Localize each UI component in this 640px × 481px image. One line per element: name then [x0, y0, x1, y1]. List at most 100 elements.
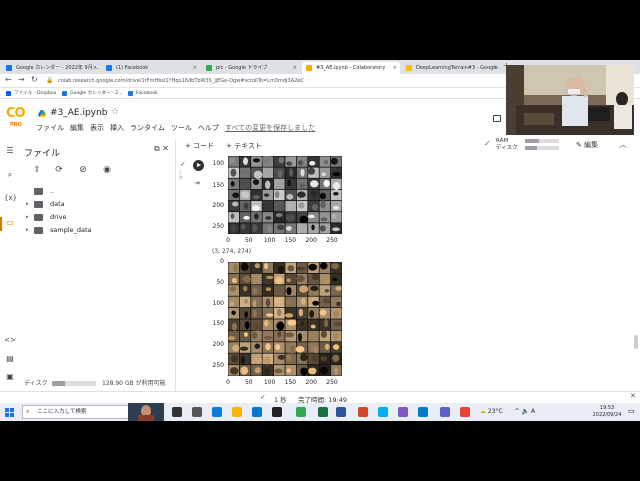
thumbnail-shape: [324, 318, 328, 328]
menu-view[interactable]: 表示: [90, 124, 104, 132]
chevron-up-icon[interactable]: ^: [515, 408, 520, 415]
refresh-folder-icon[interactable]: ⟳: [54, 165, 64, 175]
store-icon[interactable]: [252, 407, 262, 417]
search-icon[interactable]: ⌕: [4, 170, 16, 180]
browser-tab[interactable]: #3_AE.ipynb - Colaboratory ×: [302, 62, 400, 74]
tree-item-label: sample_data: [50, 226, 92, 234]
photos-icon[interactable]: [460, 407, 470, 417]
forward-icon[interactable]: →: [18, 75, 25, 84]
chevron-right-icon[interactable]: ▸: [26, 199, 29, 209]
browser-tab[interactable]: Google カレンダー - 2022年 9月 ... ×: [2, 62, 100, 74]
edge-icon[interactable]: [212, 407, 222, 417]
chevron-right-icon[interactable]: ▸: [26, 212, 29, 222]
thumbnail-shape: [287, 179, 292, 187]
panel-controls: ⧉ ✕: [154, 144, 169, 154]
browser-tab[interactable]: pic - Google ドライブ ×: [202, 62, 300, 74]
browser-tab[interactable]: (1) Facebook ×: [102, 62, 200, 74]
open-in-tab-icon[interactable]: ⧉: [154, 144, 160, 153]
comment-icon[interactable]: [493, 115, 501, 122]
colab-logo-text: CO: [6, 106, 26, 121]
bookmark[interactable]: Google カレンダー - 2...: [62, 89, 123, 98]
close-tab-icon[interactable]: ×: [393, 62, 397, 74]
close-tab-icon[interactable]: ×: [493, 62, 497, 74]
star-icon[interactable]: ☆: [111, 107, 119, 117]
file-explorer-icon[interactable]: [232, 407, 242, 417]
terminal-icon[interactable]: [272, 407, 282, 417]
powerpoint-icon[interactable]: [358, 407, 368, 417]
menu-tools[interactable]: ツール: [171, 124, 192, 132]
thumbnail-tile: [228, 296, 239, 308]
thumbnail-tile: [285, 273, 296, 285]
resource-monitor[interactable]: ✓ RAM ディスク: [484, 138, 518, 152]
chevron-right-icon[interactable]: ▸: [26, 225, 29, 235]
weather-icon[interactable]: ☁: [480, 408, 486, 415]
menu-file[interactable]: ファイル: [36, 124, 64, 132]
thumbnail-shape: [230, 181, 235, 187]
vscode-icon[interactable]: [418, 407, 428, 417]
thumbnail-shape: [335, 286, 342, 291]
browser-tab[interactable]: DeepLearningTerrain#3 - Google ... ×: [402, 62, 500, 74]
y-tick-label: 50: [216, 278, 224, 286]
back-icon[interactable]: ←: [5, 75, 12, 84]
close-tab-icon[interactable]: ×: [293, 62, 297, 74]
hide-files-icon[interactable]: ◉: [102, 165, 112, 175]
widgets-icon[interactable]: [192, 407, 202, 417]
saved-status[interactable]: すべての変更を保存しました: [225, 124, 315, 132]
code-snippets-icon[interactable]: <>: [4, 336, 16, 344]
notebook-title[interactable]: #3_AE.ipynb: [38, 108, 107, 119]
menu-help[interactable]: ヘルプ: [198, 124, 219, 132]
chevron-up-icon[interactable]: ︿: [619, 139, 627, 150]
close-icon[interactable]: ✕: [162, 144, 169, 153]
mount-drive-icon[interactable]: ⊘: [78, 165, 88, 175]
thumbnail-shape: [263, 193, 270, 197]
menu-insert[interactable]: 挿入: [110, 124, 124, 132]
teams-icon[interactable]: [440, 407, 450, 417]
terminal-icon[interactable]: ▣: [4, 372, 16, 381]
toc-icon[interactable]: ☰: [4, 146, 16, 155]
favicon-icon: [6, 91, 11, 96]
thumbnail-shape: [232, 192, 240, 199]
url-text[interactable]: colab.research.google.com/drive/1rFmHbsi…: [58, 76, 304, 86]
bookmark[interactable]: ファイル - Dropbox: [6, 89, 56, 98]
word-icon[interactable]: [336, 407, 346, 417]
reload-icon[interactable]: ↻: [31, 75, 38, 84]
speaker-icon[interactable]: 🔈: [522, 408, 529, 415]
upload-icon[interactable]: ⇪: [32, 165, 42, 175]
tree-item-drive[interactable]: ▸ drive: [24, 212, 66, 222]
run-cell-button[interactable]: [193, 160, 204, 171]
thumbnail-shape: [265, 287, 272, 291]
close-icon[interactable]: ✕: [630, 392, 636, 400]
ime-indicator[interactable]: A: [531, 408, 535, 415]
close-tab-icon[interactable]: ×: [193, 62, 197, 74]
add-code-button[interactable]: + コード: [185, 141, 214, 151]
start-button[interactable]: [5, 408, 14, 417]
edit-button[interactable]: ✎ 編集: [576, 140, 598, 150]
add-text-button[interactable]: + テキスト: [226, 141, 262, 151]
tree-item-sample-data[interactable]: ▸ sample_data: [24, 225, 92, 235]
command-palette-icon[interactable]: ▤: [4, 354, 16, 363]
folder-icon[interactable]: ▭: [4, 218, 16, 227]
tree-item-parent[interactable]: ..: [24, 186, 54, 196]
windows-taskbar: ⌕ ここに入力して検索 ☁ 23°C ^ 🔈 A 19:53 2022/09/2…: [0, 403, 640, 421]
menu-edit[interactable]: 編集: [70, 124, 84, 132]
notification-icon[interactable]: ▭: [628, 407, 635, 415]
scrollbar[interactable]: [634, 335, 638, 349]
skype-icon[interactable]: [378, 407, 388, 417]
thumbnail-shape: [297, 160, 304, 166]
lock-icon[interactable]: 🔒: [46, 77, 53, 84]
colab-logo[interactable]: CO PRO: [6, 106, 28, 129]
clock[interactable]: 19:53 2022/09/24: [590, 405, 624, 419]
app-icon[interactable]: [398, 407, 408, 417]
output-icon[interactable]: ⇥: [194, 179, 200, 187]
tree-item-data[interactable]: ▸ data: [24, 199, 65, 209]
bookmark[interactable]: Facebook: [128, 89, 158, 98]
thumbnail-shape: [277, 224, 285, 231]
thumbnail-shape: [298, 226, 303, 233]
thumbnail-shape: [287, 265, 295, 272]
chrome-icon[interactable]: [296, 407, 306, 417]
menu-runtime[interactable]: ランタイム: [130, 124, 165, 132]
close-tab-icon[interactable]: ×: [93, 62, 97, 74]
task-view-icon[interactable]: [172, 407, 182, 417]
excel-icon[interactable]: [318, 407, 328, 417]
variables-icon[interactable]: {x}: [4, 194, 17, 202]
